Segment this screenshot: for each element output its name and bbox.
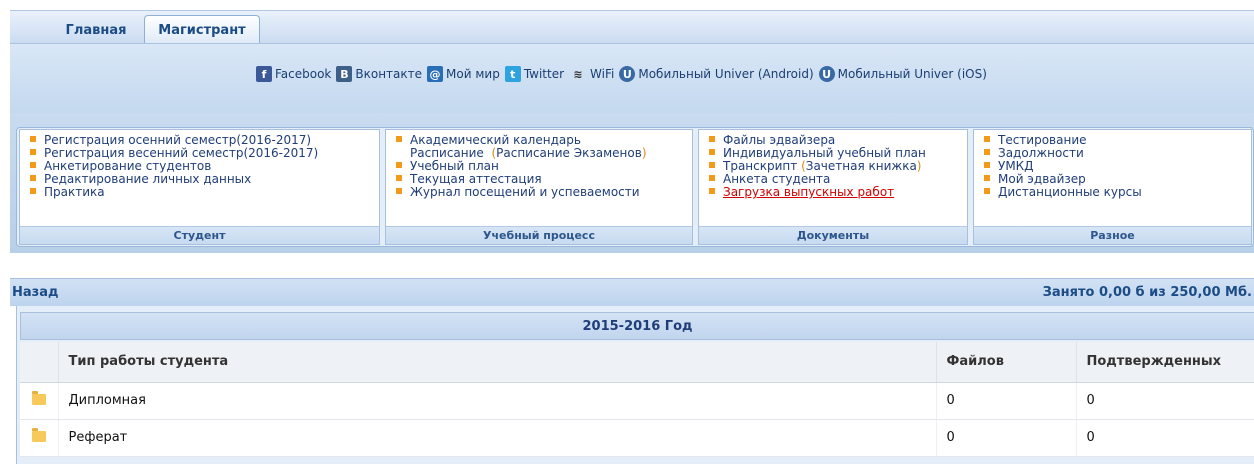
bullet-icon [30, 174, 36, 181]
bullet-icon [709, 187, 715, 194]
facebook-icon: f [256, 66, 272, 82]
menu-column-documents: Файлы эдвайзера Индивидуальный учебный п… [698, 129, 968, 245]
tab-magistrant[interactable]: Магистрант [144, 15, 260, 45]
column-header-icon [20, 342, 59, 383]
vkontakte-link[interactable]: B Вконтакте [336, 66, 422, 82]
column-header-files: Файлов [936, 342, 1077, 383]
bullet-icon [984, 135, 990, 142]
bullet-icon [984, 187, 990, 194]
bullet-icon [396, 161, 402, 168]
univer-android-label: Мобильный Univer (Android) [638, 67, 814, 81]
facebook-link[interactable]: f Facebook [256, 66, 331, 82]
facebook-label: Facebook [275, 67, 332, 81]
menu-item-label: Журнал посещений и успеваемости [410, 185, 640, 199]
menu-item-label: Практика [44, 185, 105, 199]
menu-item-exam-schedule[interactable]: Расписание Экзаменов [496, 147, 642, 160]
menu-item-thesis-upload[interactable]: Загрузка выпускных работ [709, 186, 963, 199]
bullet-icon [396, 174, 402, 181]
univer-android-icon: U [619, 66, 636, 82]
bullet-icon [396, 187, 402, 194]
content-header-bar: Назад Занято 0,00 б из 250,00 Мб. [10, 278, 1254, 306]
univer-android-link[interactable]: U Мобильный Univer (Android) [619, 66, 814, 82]
bullet-icon [984, 148, 990, 155]
bullet-icon [709, 135, 715, 142]
row-icon-cell [20, 419, 59, 457]
folder-icon [32, 428, 46, 442]
bullet-icon [30, 135, 36, 142]
bullet-icon [984, 161, 990, 168]
page: Главная Магистрант f Facebook B Вконтакт… [0, 0, 1254, 464]
row-icon-cell [20, 382, 59, 420]
top-tab-bar: Главная Магистрант [10, 10, 1254, 45]
bullet-icon [984, 174, 990, 181]
table-row[interactable]: Реферат 0 0 [20, 419, 1254, 457]
back-link[interactable]: Назад [12, 285, 58, 300]
works-table: Тип работы студента Файлов Подтвержденны… [20, 342, 1254, 457]
menu-item-practice[interactable]: Практика [30, 186, 375, 199]
moi-mir-icon: @ [427, 66, 444, 82]
wifi-icon: ≋ [573, 67, 583, 81]
menu-item-distance-courses[interactable]: Дистанционные курсы [984, 186, 1247, 199]
menu-item-label: Дистанционные курсы [998, 185, 1142, 199]
univer-ios-label: Мобильный Univer (iOS) [837, 67, 987, 81]
menu-column-title: Студент [20, 226, 379, 244]
menu-column-title: Разное [974, 226, 1251, 244]
menu-column-misc: Тестирование Задолжности УМКД Мой эдвайз… [973, 129, 1252, 245]
bullet-icon [709, 161, 715, 168]
table-header-row: Тип работы студента Файлов Подтвержденны… [20, 342, 1254, 383]
row-type[interactable]: Дипломная [58, 382, 937, 420]
twitter-label: Twitter [523, 67, 565, 81]
bullet-icon [30, 161, 36, 168]
menu-item-label: Загрузка выпускных работ [723, 185, 895, 199]
menu-item-journal[interactable]: Журнал посещений и успеваемости [396, 186, 688, 199]
twitter-link[interactable]: t Twitter [504, 66, 565, 82]
bullet-icon [709, 174, 715, 181]
univer-ios-link[interactable]: U Мобильный Univer (iOS) [818, 66, 987, 82]
moi-mir-label: Мой мир [446, 67, 500, 81]
row-confirmed: 0 [1076, 419, 1254, 457]
year-header: 2015-2016 Год [20, 312, 1254, 340]
menu-column-student: Регистрация осенний семестр(2016-2017) Р… [19, 129, 380, 245]
wifi-link[interactable]: ≋ WiFi [569, 66, 614, 82]
vkontakte-icon: B [336, 66, 353, 82]
header-band: f Facebook B Вконтакте @ Мой мир t Twitt… [10, 43, 1254, 113]
tab-home[interactable]: Главная [52, 17, 140, 44]
social-links: f Facebook B Вконтакте @ Мой мир t Twitt… [256, 66, 992, 82]
menu-column-title: Документы [699, 226, 967, 244]
bullet-icon [709, 148, 715, 155]
storage-quota: Занято 0,00 б из 250,00 Мб. [1042, 285, 1252, 300]
paren-close: ) [641, 146, 647, 160]
row-type[interactable]: Реферат [58, 419, 937, 457]
bullet-icon [30, 148, 36, 155]
menu-column-study-process: Академический календарь Расписание ( Рас… [385, 129, 693, 245]
folder-icon [32, 391, 46, 405]
bullet-icon [30, 187, 36, 194]
row-files: 0 [936, 419, 1077, 457]
column-header-type: Тип работы студента [58, 342, 937, 383]
bullet-icon [396, 135, 402, 142]
menu-column-title: Учебный процесс [386, 226, 692, 244]
twitter-icon: t [504, 66, 521, 82]
row-confirmed: 0 [1076, 382, 1254, 420]
table-row[interactable]: Дипломная 0 0 [20, 382, 1254, 420]
column-header-confirmed: Подтвержденных [1076, 342, 1254, 383]
paren-close: ) [916, 159, 922, 173]
row-files: 0 [936, 382, 1077, 420]
wifi-label: WiFi [590, 67, 615, 81]
moi-mir-link[interactable]: @ Мой мир [427, 66, 500, 82]
vkontakte-label: Вконтакте [355, 67, 423, 81]
univer-ios-icon: U [818, 66, 835, 82]
